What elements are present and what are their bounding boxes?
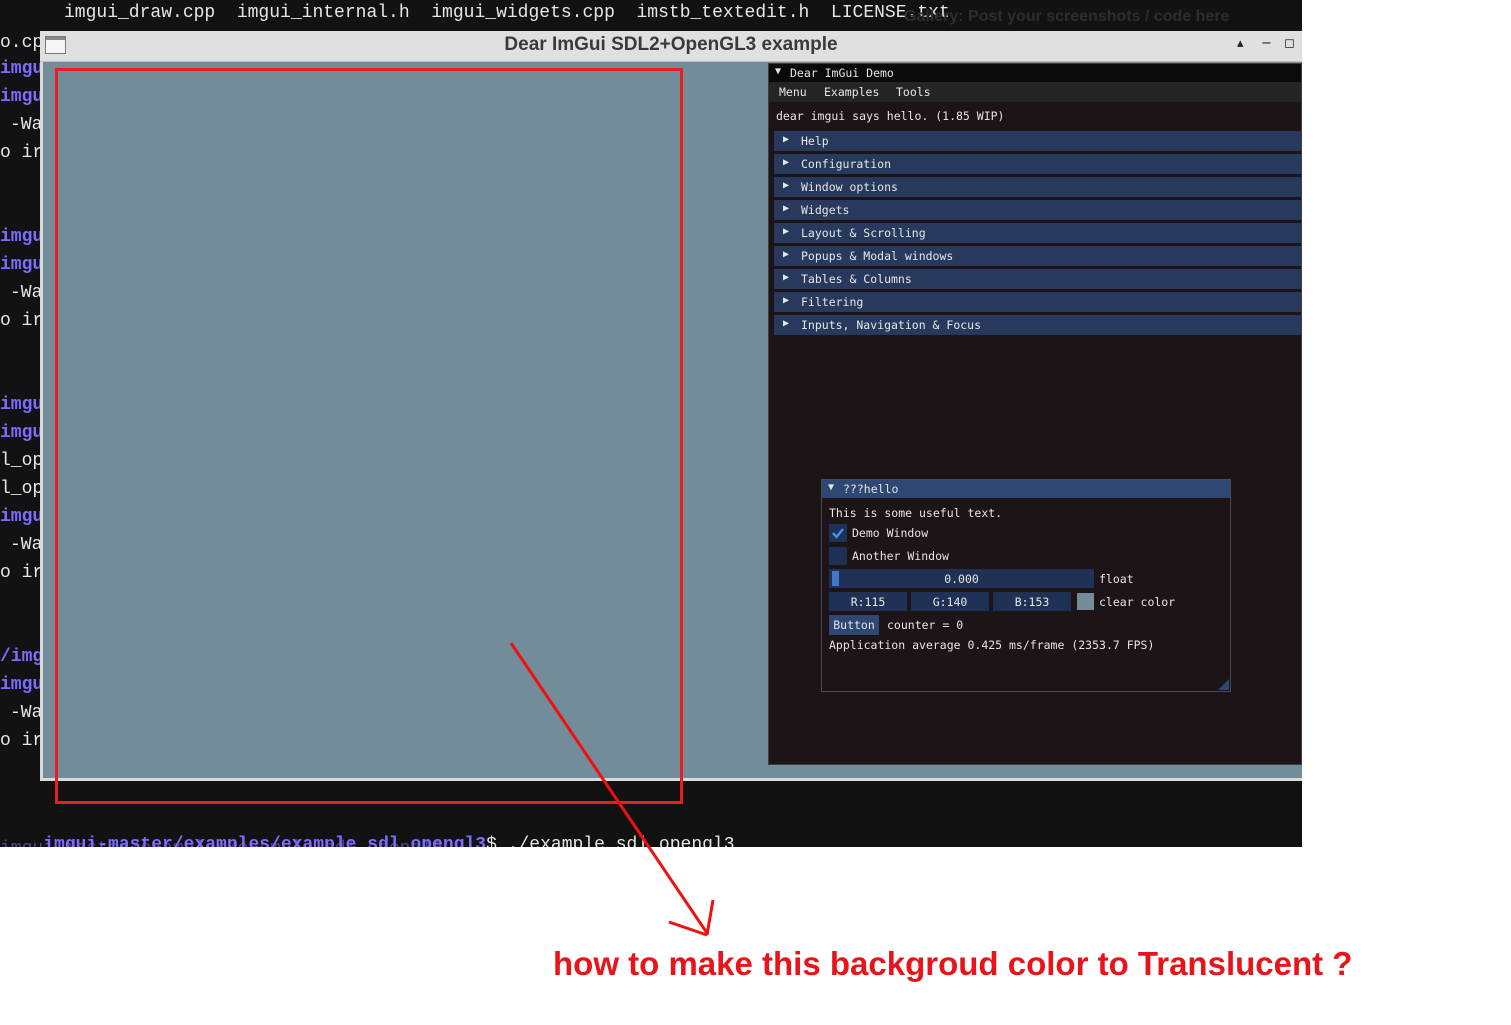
annotation-arrow bbox=[509, 642, 715, 937]
annotation-question: how to make this backgroud color to Tran… bbox=[553, 945, 1353, 982]
